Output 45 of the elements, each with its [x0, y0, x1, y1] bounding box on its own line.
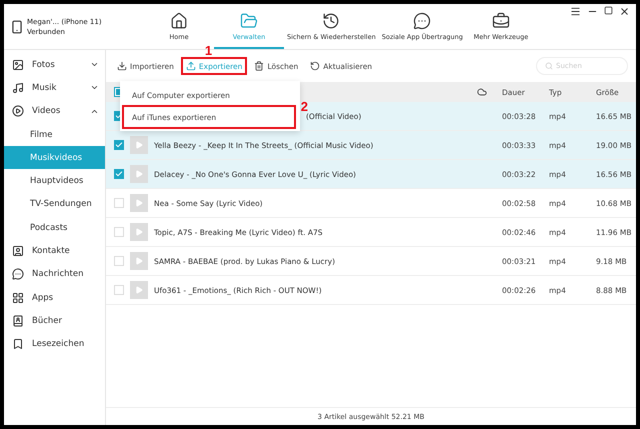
video-thumbnail: [130, 165, 148, 183]
home-icon: [170, 12, 188, 30]
callout-number: 2: [300, 99, 308, 114]
upload-icon: [186, 61, 196, 71]
video-thumbnail: [130, 194, 148, 212]
row-checkbox[interactable]: [114, 140, 124, 150]
video-thumbnail: [130, 223, 148, 241]
bookmark-icon: [12, 338, 24, 350]
sidebar-item[interactable]: Fotos: [4, 53, 105, 76]
photo-icon: [12, 58, 24, 71]
contact-icon: [12, 245, 24, 258]
video-thumbnail: [130, 281, 148, 299]
sidebar-item[interactable]: TV-Sendungen: [4, 192, 105, 216]
download-icon: [117, 61, 127, 71]
sidebar-item[interactable]: Filme: [4, 122, 105, 146]
refresh-icon: [310, 61, 320, 71]
sidebar-item[interactable]: Podcasts: [4, 216, 105, 240]
play-circle-icon: [12, 105, 24, 118]
sidebar-item[interactable]: Apps: [4, 286, 105, 310]
sidebar-item[interactable]: Kontakte: [4, 239, 105, 263]
menu-icon[interactable]: [570, 6, 581, 17]
sidebar-item[interactable]: Hauptvideos: [4, 169, 105, 193]
sidebar-item[interactable]: Lesezeichen: [4, 332, 105, 356]
sidebar-item[interactable]: Nachrichten: [4, 262, 105, 286]
row-checkbox[interactable]: [114, 169, 124, 179]
sidebar-item[interactable]: Videos: [4, 100, 105, 123]
video-thumbnail: [130, 136, 148, 154]
callout-number: 1: [204, 43, 212, 58]
maximize-icon[interactable]: [604, 6, 613, 15]
chat-bubble-icon: [12, 268, 24, 280]
music-note-icon: [12, 82, 24, 94]
chat-bubble-icon: [413, 12, 432, 30]
apps-grid-icon: [12, 292, 24, 304]
sidebar-item[interactable]: Bücher: [4, 309, 105, 333]
cloud-icon: [477, 87, 487, 97]
sidebar-item[interactable]: Musik: [4, 76, 105, 100]
video-thumbnail: [130, 252, 148, 270]
trash-icon: [254, 61, 264, 71]
phone-icon: [10, 20, 24, 34]
history-icon: [322, 12, 340, 30]
search-icon: [545, 62, 553, 70]
folder-icon: [240, 12, 258, 30]
toolbox-icon: [492, 12, 510, 30]
book-icon: [12, 314, 24, 327]
close-icon[interactable]: [619, 6, 630, 17]
